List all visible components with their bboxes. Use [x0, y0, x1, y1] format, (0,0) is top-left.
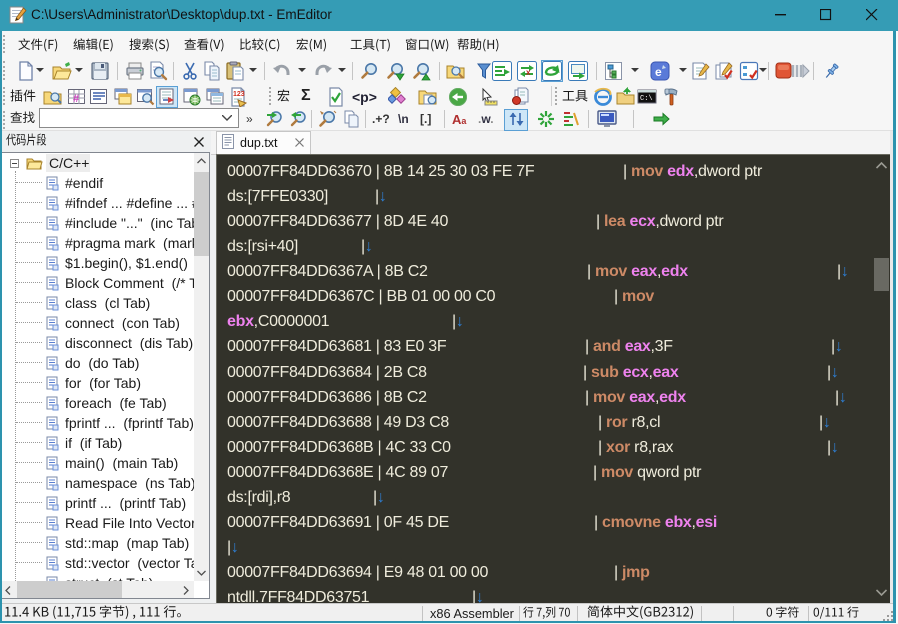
- svg-text:x: x: [526, 68, 531, 77]
- svg-text:e: e: [655, 65, 662, 79]
- svg-text:123: 123: [233, 91, 245, 98]
- svg-text:#: #: [73, 93, 79, 105]
- svg-text:C:\: C:\: [640, 95, 653, 103]
